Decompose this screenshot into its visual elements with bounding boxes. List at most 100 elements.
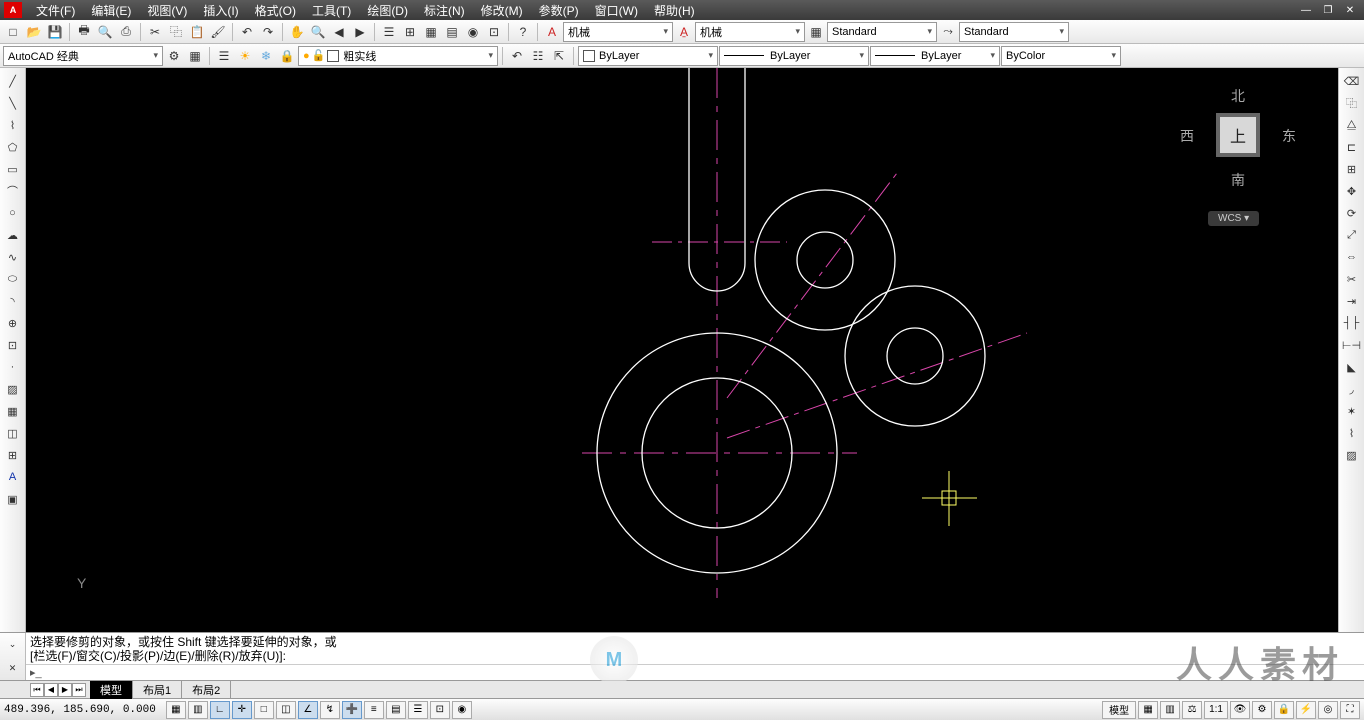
- redo-icon[interactable]: ↷: [258, 22, 278, 42]
- mleader-icon[interactable]: ⤳: [938, 22, 958, 42]
- menu-file[interactable]: 文件(F): [28, 2, 83, 19]
- annot-icon1[interactable]: A: [542, 22, 562, 42]
- plotstyle-dropdown[interactable]: ByColor: [1001, 46, 1121, 66]
- viewcube[interactable]: 北 南 西 东 上 WCS ▾: [1178, 78, 1298, 198]
- layer-prev-icon[interactable]: ↶: [507, 46, 527, 66]
- make-block-icon[interactable]: ⊡: [3, 335, 23, 355]
- minimize-icon[interactable]: —: [1296, 3, 1316, 17]
- sheet-icon[interactable]: ▤: [442, 22, 462, 42]
- layer-state-icon[interactable]: ☀: [235, 46, 255, 66]
- ws-save-icon[interactable]: ▦: [185, 46, 205, 66]
- sc-toggle[interactable]: ⊡: [430, 701, 450, 719]
- help-icon[interactable]: ?: [513, 22, 533, 42]
- cmd-close-icon[interactable]: ✕: [3, 658, 23, 678]
- trim-icon[interactable]: ✂: [1342, 269, 1362, 289]
- otrack-toggle[interactable]: ∠: [298, 701, 318, 719]
- menu-window[interactable]: 窗口(W): [587, 2, 646, 19]
- annotation-scale[interactable]: 1:1: [1204, 701, 1228, 719]
- cmd-history-icon[interactable]: ⌄: [3, 635, 23, 655]
- preview-icon[interactable]: 🔍: [95, 22, 115, 42]
- mleader-style-dropdown[interactable]: Standard: [959, 22, 1069, 42]
- move-icon[interactable]: ✥: [1342, 181, 1362, 201]
- mtext-icon[interactable]: A: [3, 467, 23, 487]
- zoom-icon[interactable]: 🔍: [308, 22, 328, 42]
- design-center-icon[interactable]: ⊞: [400, 22, 420, 42]
- ellipse-icon[interactable]: ⬭: [3, 269, 23, 289]
- rotate-icon[interactable]: ⟳: [1342, 203, 1362, 223]
- rectangle-icon[interactable]: ▭: [3, 159, 23, 179]
- explode-icon[interactable]: ✶: [1342, 401, 1362, 421]
- point-icon[interactable]: ·: [3, 357, 23, 377]
- annoscale-icon[interactable]: ⚖: [1182, 701, 1202, 719]
- polygon-icon[interactable]: ⬠: [3, 137, 23, 157]
- close-icon[interactable]: ✕: [1340, 3, 1360, 17]
- tab-layout1[interactable]: 布局1: [133, 681, 182, 699]
- maximize-icon[interactable]: ❐: [1318, 3, 1338, 17]
- linetype-dropdown[interactable]: ByLayer: [719, 46, 869, 66]
- tab-last-icon[interactable]: ⏭: [72, 683, 86, 697]
- dyn-toggle[interactable]: ➕: [342, 701, 362, 719]
- polyline-icon[interactable]: ⌇: [3, 115, 23, 135]
- menu-dimension[interactable]: 标注(N): [416, 2, 473, 19]
- menu-draw[interactable]: 绘图(D): [359, 2, 416, 19]
- menu-param[interactable]: 参数(P): [531, 2, 587, 19]
- properties-icon[interactable]: ☰: [379, 22, 399, 42]
- spline-icon[interactable]: ∿: [3, 247, 23, 267]
- quickview-layouts-icon[interactable]: ▦: [1138, 701, 1158, 719]
- stretch-icon[interactable]: ⇔: [1342, 247, 1362, 267]
- mirror-icon[interactable]: ⧋: [1342, 115, 1362, 135]
- tab-next-icon[interactable]: ▶: [58, 683, 72, 697]
- drawing-canvas[interactable]: Y 北 南 西 东 上 WCS ▾: [26, 68, 1338, 632]
- region-icon[interactable]: ◫: [3, 423, 23, 443]
- match-icon[interactable]: 🖌: [208, 22, 228, 42]
- model-space-button[interactable]: 模型: [1102, 701, 1136, 719]
- menu-format[interactable]: 格式(O): [247, 2, 304, 19]
- viewcube-east[interactable]: 东: [1282, 126, 1296, 146]
- copy-icon[interactable]: ⿻: [166, 22, 186, 42]
- osnap-toggle[interactable]: □: [254, 701, 274, 719]
- zoom-prev-icon[interactable]: ◀: [329, 22, 349, 42]
- line-icon[interactable]: ╱: [3, 71, 23, 91]
- array-icon[interactable]: ⊞: [1342, 159, 1362, 179]
- edit-hatch-icon[interactable]: ▨: [1342, 445, 1362, 465]
- ortho-toggle[interactable]: ∟: [210, 701, 230, 719]
- lineweight-dropdown[interactable]: ByLayer: [870, 46, 1000, 66]
- toolbar-lock-icon[interactable]: 🔒: [1274, 701, 1294, 719]
- extend-icon[interactable]: ⇥: [1342, 291, 1362, 311]
- undo-icon[interactable]: ↶: [237, 22, 257, 42]
- new-icon[interactable]: □: [3, 22, 23, 42]
- save-icon[interactable]: 💾: [45, 22, 65, 42]
- viewcube-west[interactable]: 西: [1180, 126, 1194, 146]
- annot-icon2[interactable]: A̱: [674, 22, 694, 42]
- annoviz-icon[interactable]: 👁: [1230, 701, 1250, 719]
- pan-icon[interactable]: ✋: [287, 22, 307, 42]
- layer-lock-icon[interactable]: 🔒: [277, 46, 297, 66]
- viewcube-wcs[interactable]: WCS ▾: [1208, 211, 1259, 226]
- insert-block-icon[interactable]: ⊕: [3, 313, 23, 333]
- command-input[interactable]: [46, 667, 446, 679]
- scale-icon[interactable]: ⤢: [1342, 225, 1362, 245]
- menu-edit[interactable]: 编辑(E): [83, 2, 139, 19]
- annot-style-2-dropdown[interactable]: 机械: [695, 22, 805, 42]
- menu-tools[interactable]: 工具(T): [304, 2, 359, 19]
- gradient-icon[interactable]: ▦: [3, 401, 23, 421]
- tab-prev-icon[interactable]: ◀: [44, 683, 58, 697]
- isolate-icon[interactable]: ◎: [1318, 701, 1338, 719]
- layer-dropdown[interactable]: ●🔓粗实线: [298, 46, 498, 66]
- print-icon[interactable]: 🖶: [74, 22, 94, 42]
- polar-toggle[interactable]: ✛: [232, 701, 252, 719]
- break-icon[interactable]: ┤├: [1342, 313, 1362, 333]
- menu-insert[interactable]: 插入(I): [195, 2, 246, 19]
- quickview-drawings-icon[interactable]: ▥: [1160, 701, 1180, 719]
- chamfer-icon[interactable]: ◣: [1342, 357, 1362, 377]
- erase-icon[interactable]: ⌫: [1342, 71, 1362, 91]
- paste-icon[interactable]: 📋: [187, 22, 207, 42]
- copy-obj-icon[interactable]: ⿻: [1342, 93, 1362, 113]
- layer-iso-icon[interactable]: ☷: [528, 46, 548, 66]
- qp-toggle[interactable]: ☰: [408, 701, 428, 719]
- workspace-dropdown[interactable]: AutoCAD 经典: [3, 46, 163, 66]
- cleanscreen-icon[interactable]: ⛶: [1340, 701, 1360, 719]
- hatch-icon[interactable]: ▨: [3, 379, 23, 399]
- annot-style-1-dropdown[interactable]: 机械: [563, 22, 673, 42]
- menu-help[interactable]: 帮助(H): [646, 2, 703, 19]
